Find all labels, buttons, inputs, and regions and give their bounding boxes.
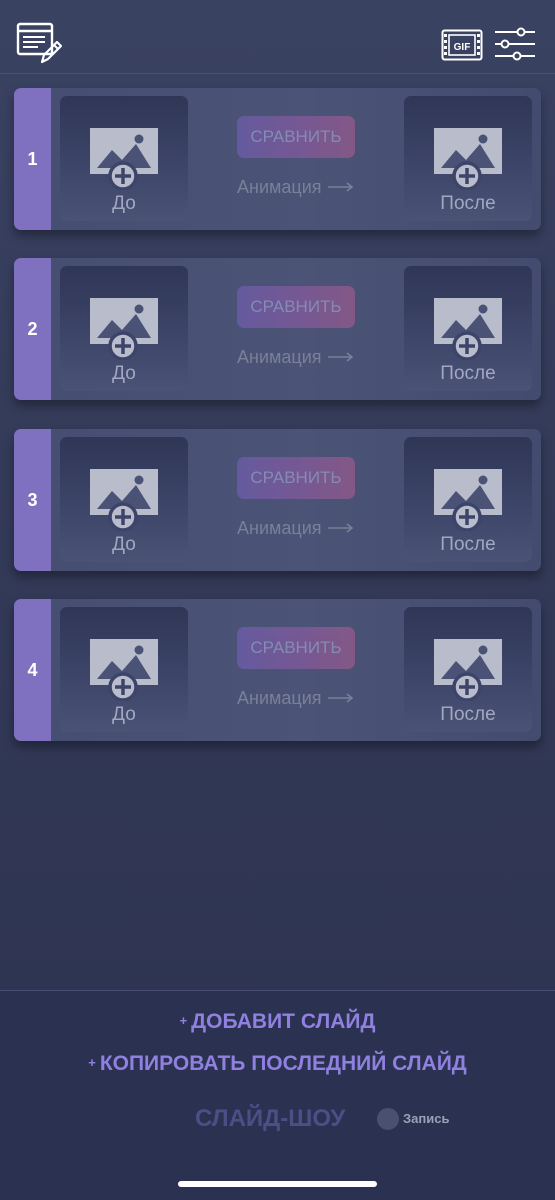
compare-button[interactable]: СРАВНИТЬ — [237, 627, 355, 669]
animation-label: Анимация — [237, 687, 322, 708]
after-label: После — [440, 534, 496, 555]
copy-last-slide-button[interactable]: + КОПИРОВАТЬ ПОСЛЕДНИЙ СЛАЙД — [0, 1052, 555, 1076]
add-slide-button[interactable]: + ДОБАВИТ СЛАЙД — [0, 1010, 555, 1034]
after-label: После — [440, 704, 496, 725]
slideshow-button[interactable]: СЛАЙД-ШОУ — [195, 1105, 360, 1135]
add-image-icon — [434, 469, 502, 531]
before-image-slot[interactable]: До — [60, 266, 188, 391]
add-image-icon — [434, 298, 502, 360]
add-image-icon — [434, 639, 502, 701]
arrow-right-icon — [327, 182, 353, 192]
animation-link[interactable]: Анимация — [237, 687, 359, 709]
gif-film-icon[interactable]: GIF — [441, 29, 483, 61]
add-image-icon — [90, 298, 158, 360]
record-toggle[interactable] — [377, 1108, 399, 1130]
before-image-slot[interactable]: До — [60, 437, 188, 562]
after-image-slot[interactable]: После — [404, 607, 532, 732]
after-image-slot[interactable]: После — [404, 266, 532, 391]
add-image-icon — [90, 128, 158, 190]
before-image-slot[interactable]: До — [60, 607, 188, 732]
after-label: После — [440, 363, 496, 384]
slide-number[interactable]: 2 — [14, 258, 51, 400]
compare-button[interactable]: СРАВНИТЬ — [237, 116, 355, 158]
add-image-icon — [434, 128, 502, 190]
before-label: До — [112, 193, 136, 214]
arrow-right-icon — [327, 693, 353, 703]
animation-link[interactable]: Анимация — [237, 176, 359, 198]
plus-icon: + — [88, 1055, 96, 1070]
slide-number[interactable]: 4 — [14, 599, 51, 741]
compare-button[interactable]: СРАВНИТЬ — [237, 457, 355, 499]
top-bar: GIF — [0, 0, 555, 74]
compare-button[interactable]: СРАВНИТЬ — [237, 286, 355, 328]
animation-link[interactable]: Анимация — [237, 346, 359, 368]
copy-last-slide-label: КОПИРОВАТЬ ПОСЛЕДНИЙ СЛАЙД — [99, 1052, 467, 1075]
arrow-right-icon — [327, 352, 353, 362]
slide-number[interactable]: 1 — [14, 88, 51, 230]
animation-link[interactable]: Анимация — [237, 517, 359, 539]
arrow-right-icon — [327, 523, 353, 533]
before-image-slot[interactable]: До — [60, 96, 188, 221]
home-indicator[interactable] — [178, 1181, 377, 1187]
after-image-slot[interactable]: После — [404, 437, 532, 562]
gif-icon-text: GIF — [454, 42, 471, 53]
before-label: До — [112, 704, 136, 725]
plus-icon: + — [179, 1013, 188, 1028]
slide-card[interactable]: 3 До СРАВНИТЬ Анимация После — [14, 429, 541, 571]
after-label: После — [440, 193, 496, 214]
add-image-icon — [90, 469, 158, 531]
add-image-icon — [90, 639, 158, 701]
slide-number[interactable]: 3 — [14, 429, 51, 571]
slide-card[interactable]: 4 До СРАВНИТЬ Анимация После — [14, 599, 541, 741]
slide-card[interactable]: 1 До СРАВНИТЬ Анимация После — [14, 88, 541, 230]
notes-edit-icon[interactable] — [16, 22, 62, 66]
after-image-slot[interactable]: После — [404, 96, 532, 221]
before-label: До — [112, 534, 136, 555]
animation-label: Анимация — [237, 176, 322, 197]
record-label: Запись — [403, 1111, 450, 1126]
sliders-icon[interactable] — [494, 27, 536, 61]
animation-label: Анимация — [237, 517, 322, 538]
animation-label: Анимация — [237, 346, 322, 367]
slide-card[interactable]: 2 До СРАВНИТЬ Анимация После — [14, 258, 541, 400]
add-slide-label: ДОБАВИТ СЛАЙД — [191, 1010, 376, 1033]
before-label: До — [112, 363, 136, 384]
